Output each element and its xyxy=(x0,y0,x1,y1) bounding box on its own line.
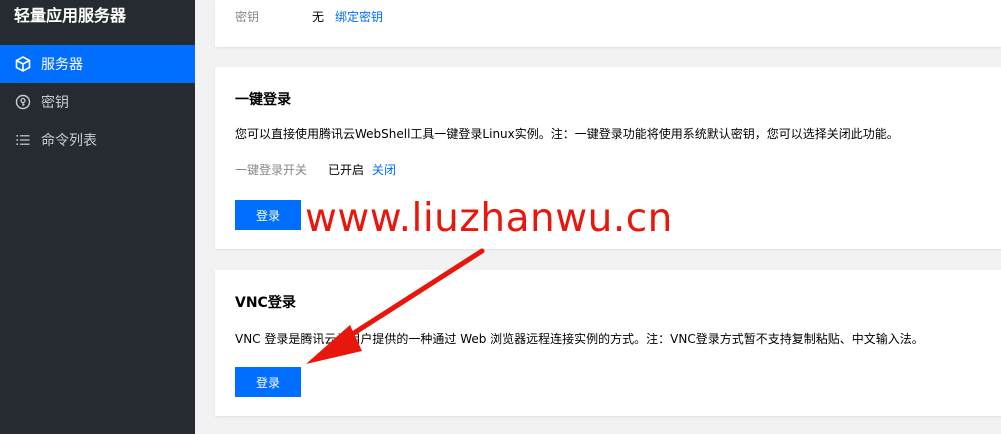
cube-icon xyxy=(14,55,32,73)
sidebar-item-keys[interactable]: 密钥 xyxy=(0,83,195,121)
webshell-description: 您可以直接使用腾讯云WebShell工具一键登录Linux实例。注：一键登录功能… xyxy=(235,127,899,141)
bind-key-link[interactable]: 绑定密钥 xyxy=(335,9,383,25)
app-title: 轻量应用服务器 xyxy=(14,6,127,25)
vnc-login-button[interactable]: 登录 xyxy=(235,367,301,397)
key-label: 密钥 xyxy=(235,10,260,24)
vnc-card-title: VNC登录 xyxy=(235,295,296,311)
key-value: 无 xyxy=(312,10,325,24)
webshell-card-title: 一键登录 xyxy=(235,92,291,108)
vnc-login-card: VNC登录 VNC 登录是腾讯云为用户提供的一种通过 Web 浏览器远程连接实例… xyxy=(215,270,1001,416)
webshell-disable-link[interactable]: 关闭 xyxy=(372,162,396,178)
key-card: 密钥 无 绑定密钥 xyxy=(215,0,1001,47)
sidebar: 轻量应用服务器 服务器 密钥 命令列表 xyxy=(0,0,195,434)
sidebar-item-commands[interactable]: 命令列表 xyxy=(0,121,195,159)
vnc-description: VNC 登录是腾讯云为用户提供的一种通过 Web 浏览器远程连接实例的方式。注：… xyxy=(235,332,924,346)
sidebar-item-label: 命令列表 xyxy=(41,133,97,149)
list-icon xyxy=(14,131,32,149)
watermark-text: www.liuzhanwu.cn xyxy=(305,196,673,241)
webshell-switch-label: 一键登录开关 xyxy=(235,163,308,177)
key-circle-icon xyxy=(14,93,32,111)
sidebar-item-label: 密钥 xyxy=(41,95,69,111)
sidebar-item-servers[interactable]: 服务器 xyxy=(0,45,195,83)
webshell-switch-status: 已开启 xyxy=(328,163,365,177)
sidebar-item-label: 服务器 xyxy=(41,57,83,73)
webshell-login-button[interactable]: 登录 xyxy=(235,200,301,230)
